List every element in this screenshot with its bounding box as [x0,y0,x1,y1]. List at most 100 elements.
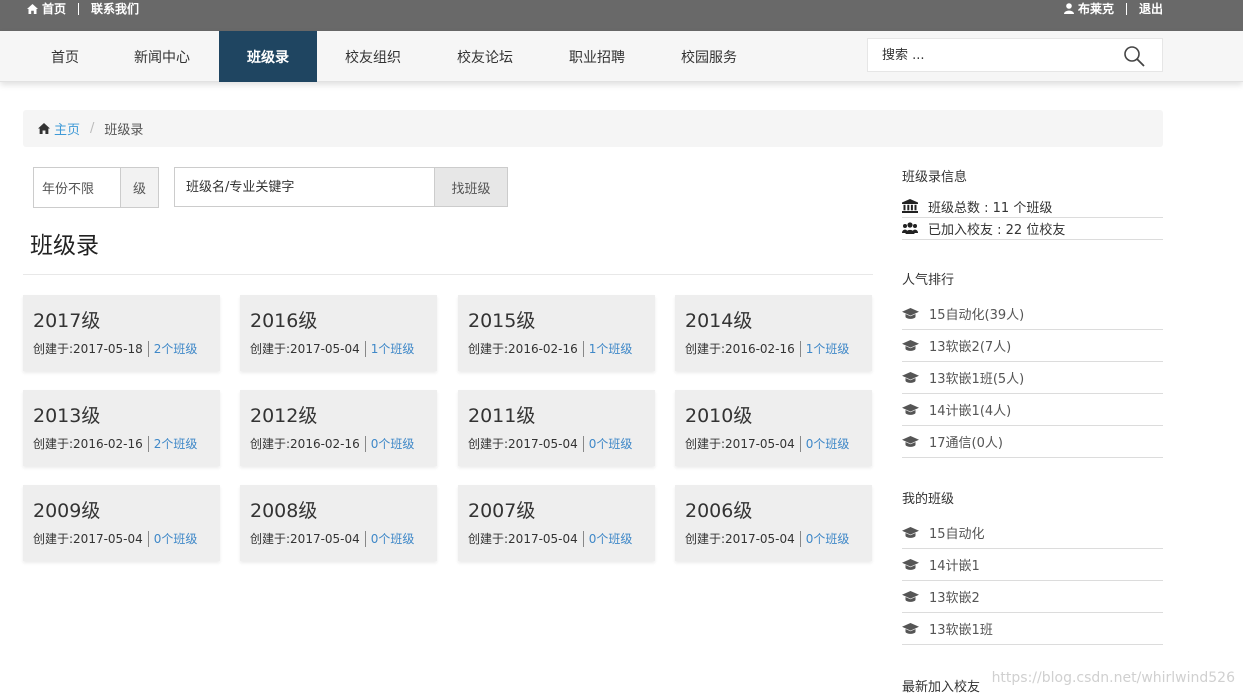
popular-class-label[interactable]: 14计嵌1(4人) [929,400,1011,419]
my-class-label[interactable]: 13软嵌1班 [929,619,993,638]
card-divider [364,530,366,547]
card-class-count-link[interactable]: 0个班级 [154,530,198,547]
my-class-item[interactable]: 13软嵌1班 [902,613,1163,645]
class-year-card[interactable]: 2010级 创建于:2017-05-04 0个班级 [675,390,872,466]
top-separator [1125,2,1127,15]
breadcrumb-separator: / [90,121,95,136]
class-year-card[interactable]: 2011级 创建于:2017-05-04 0个班级 [458,390,655,466]
card-created-date: 创建于:2017-05-04 [33,532,143,546]
popular-class-label[interactable]: 13软嵌1班(5人) [929,368,1024,387]
card-divider [799,530,801,547]
card-year[interactable]: 2010级 [685,401,752,428]
popular-class-label[interactable]: 15自动化(39人) [929,304,1024,323]
main-nav: 首页 新闻中心 班级录 校友组织 校友论坛 职业招聘 校园服务 [0,31,1243,82]
card-created-date: 创建于:2017-05-04 [468,437,578,451]
home-icon [27,3,38,14]
card-year[interactable]: 2016级 [250,306,317,333]
section-heading: 班级录信息 [902,170,968,185]
popular-class-label[interactable]: 17通信(0人) [929,432,1003,451]
card-divider [799,340,801,357]
my-class-item[interactable]: 15自动化 [902,517,1163,549]
breadcrumb-home-link[interactable]: 主页 [54,119,80,138]
graduation-cap-icon [902,307,919,319]
nav-item-home[interactable]: 首页 [23,31,107,82]
card-class-count-link[interactable]: 2个班级 [154,435,198,452]
breadcrumb: 主页 / 班级录 [23,110,1163,147]
card-class-count-link[interactable]: 0个班级 [371,435,415,452]
class-year-card[interactable]: 2008级 创建于:2017-05-04 0个班级 [240,485,437,561]
card-created-date: 创建于:2017-05-04 [250,532,360,546]
card-class-count-link[interactable]: 1个班级 [589,340,633,357]
class-year-card[interactable]: 2017级 创建于:2017-05-18 2个班级 [23,295,220,371]
users-icon [902,221,918,234]
nav-item-jobs[interactable]: 职业招聘 [555,31,639,82]
popular-class-item[interactable]: 14计嵌1(4人) [902,394,1163,426]
card-class-count-link[interactable]: 1个班级 [371,340,415,357]
info-text: 已加入校友 : 22 位校友 [928,222,1066,238]
class-year-card[interactable]: 2007级 创建于:2017-05-04 0个班级 [458,485,655,561]
card-created-date: 创建于:2017-05-04 [250,342,360,356]
popular-class-item[interactable]: 15自动化(39人) [902,298,1163,330]
card-year[interactable]: 2009级 [33,496,100,523]
card-year[interactable]: 2006级 [685,496,752,523]
class-year-card[interactable]: 2014级 创建于:2016-02-16 1个班级 [675,295,872,371]
graduation-cap-icon [902,590,919,602]
page-title: 班级录 [30,233,99,259]
card-year[interactable]: 2015级 [468,306,535,333]
nav-item-alumni-org[interactable]: 校友组织 [331,31,415,82]
card-created-date: 创建于:2017-05-18 [33,342,143,356]
class-year-card[interactable]: 2013级 创建于:2016-02-16 2个班级 [23,390,220,466]
nav-item-news[interactable]: 新闻中心 [120,31,204,82]
popular-class-item[interactable]: 17通信(0人) [902,426,1163,458]
card-divider [799,435,801,452]
my-class-item[interactable]: 14计嵌1 [902,549,1163,581]
popular-class-item[interactable]: 13软嵌1班(5人) [902,362,1163,394]
class-year-card[interactable]: 2016级 创建于:2017-05-04 1个班级 [240,295,437,371]
card-created-date: 创建于:2016-02-16 [33,437,143,451]
card-class-count-link[interactable]: 0个班级 [806,435,850,452]
class-year-card[interactable]: 2006级 创建于:2017-05-04 0个班级 [675,485,872,561]
card-year[interactable]: 2017级 [33,306,100,333]
card-year[interactable]: 2012级 [250,401,317,428]
popular-class-item[interactable]: 13软嵌2(7人) [902,330,1163,362]
my-class-label[interactable]: 14计嵌1 [929,555,980,574]
popular-class-label[interactable]: 13软嵌2(7人) [929,336,1011,355]
card-class-count-link[interactable]: 0个班级 [371,530,415,547]
sidebar-mine-title: 我的班级 [902,488,1163,507]
card-year[interactable]: 2008级 [250,496,317,523]
find-class-button[interactable]: 找班级 [434,167,508,207]
search-input[interactable] [868,39,1118,71]
user-icon [1063,3,1074,14]
my-class-label[interactable]: 13软嵌2 [929,587,980,606]
card-year[interactable]: 2014级 [685,306,752,333]
card-created-date: 创建于:2017-05-04 [468,532,578,546]
my-class-item[interactable]: 13软嵌2 [902,581,1163,613]
keyword-input[interactable] [174,167,435,207]
nav-item-campus-services[interactable]: 校园服务 [667,31,751,82]
graduation-cap-icon [902,526,919,538]
nav-item-class-records[interactable]: 班级录 [219,31,317,82]
nav-item-alumni-forum[interactable]: 校友论坛 [443,31,527,82]
logout-link[interactable]: 退出 [1139,0,1163,17]
card-class-count-link[interactable]: 0个班级 [589,530,633,547]
card-year[interactable]: 2007级 [468,496,535,523]
year-select[interactable]: 年份不限 [33,167,121,208]
card-class-count-link[interactable]: 0个班级 [589,435,633,452]
card-year[interactable]: 2011级 [468,401,535,428]
top-contact-link[interactable]: 联系我们 [91,0,139,17]
card-class-count-link[interactable]: 2个班级 [154,340,198,357]
my-class-label[interactable]: 15自动化 [929,523,985,542]
institution-icon [902,199,918,213]
breadcrumb-current: 班级录 [104,123,144,138]
class-year-card[interactable]: 2012级 创建于:2016-02-16 0个班级 [240,390,437,466]
card-created-date: 创建于:2017-05-04 [685,532,795,546]
class-year-card[interactable]: 2015级 创建于:2016-02-16 1个班级 [458,295,655,371]
card-class-count-link[interactable]: 1个班级 [806,340,850,357]
user-name-link[interactable]: 布莱克 [1078,0,1114,17]
card-created-date: 创建于:2016-02-16 [685,342,795,356]
class-year-card[interactable]: 2009级 创建于:2017-05-04 0个班级 [23,485,220,561]
card-year[interactable]: 2013级 [33,401,100,428]
card-class-count-link[interactable]: 0个班级 [806,530,850,547]
search-icon[interactable] [1122,44,1146,68]
top-home-link[interactable]: 首页 [42,0,66,17]
